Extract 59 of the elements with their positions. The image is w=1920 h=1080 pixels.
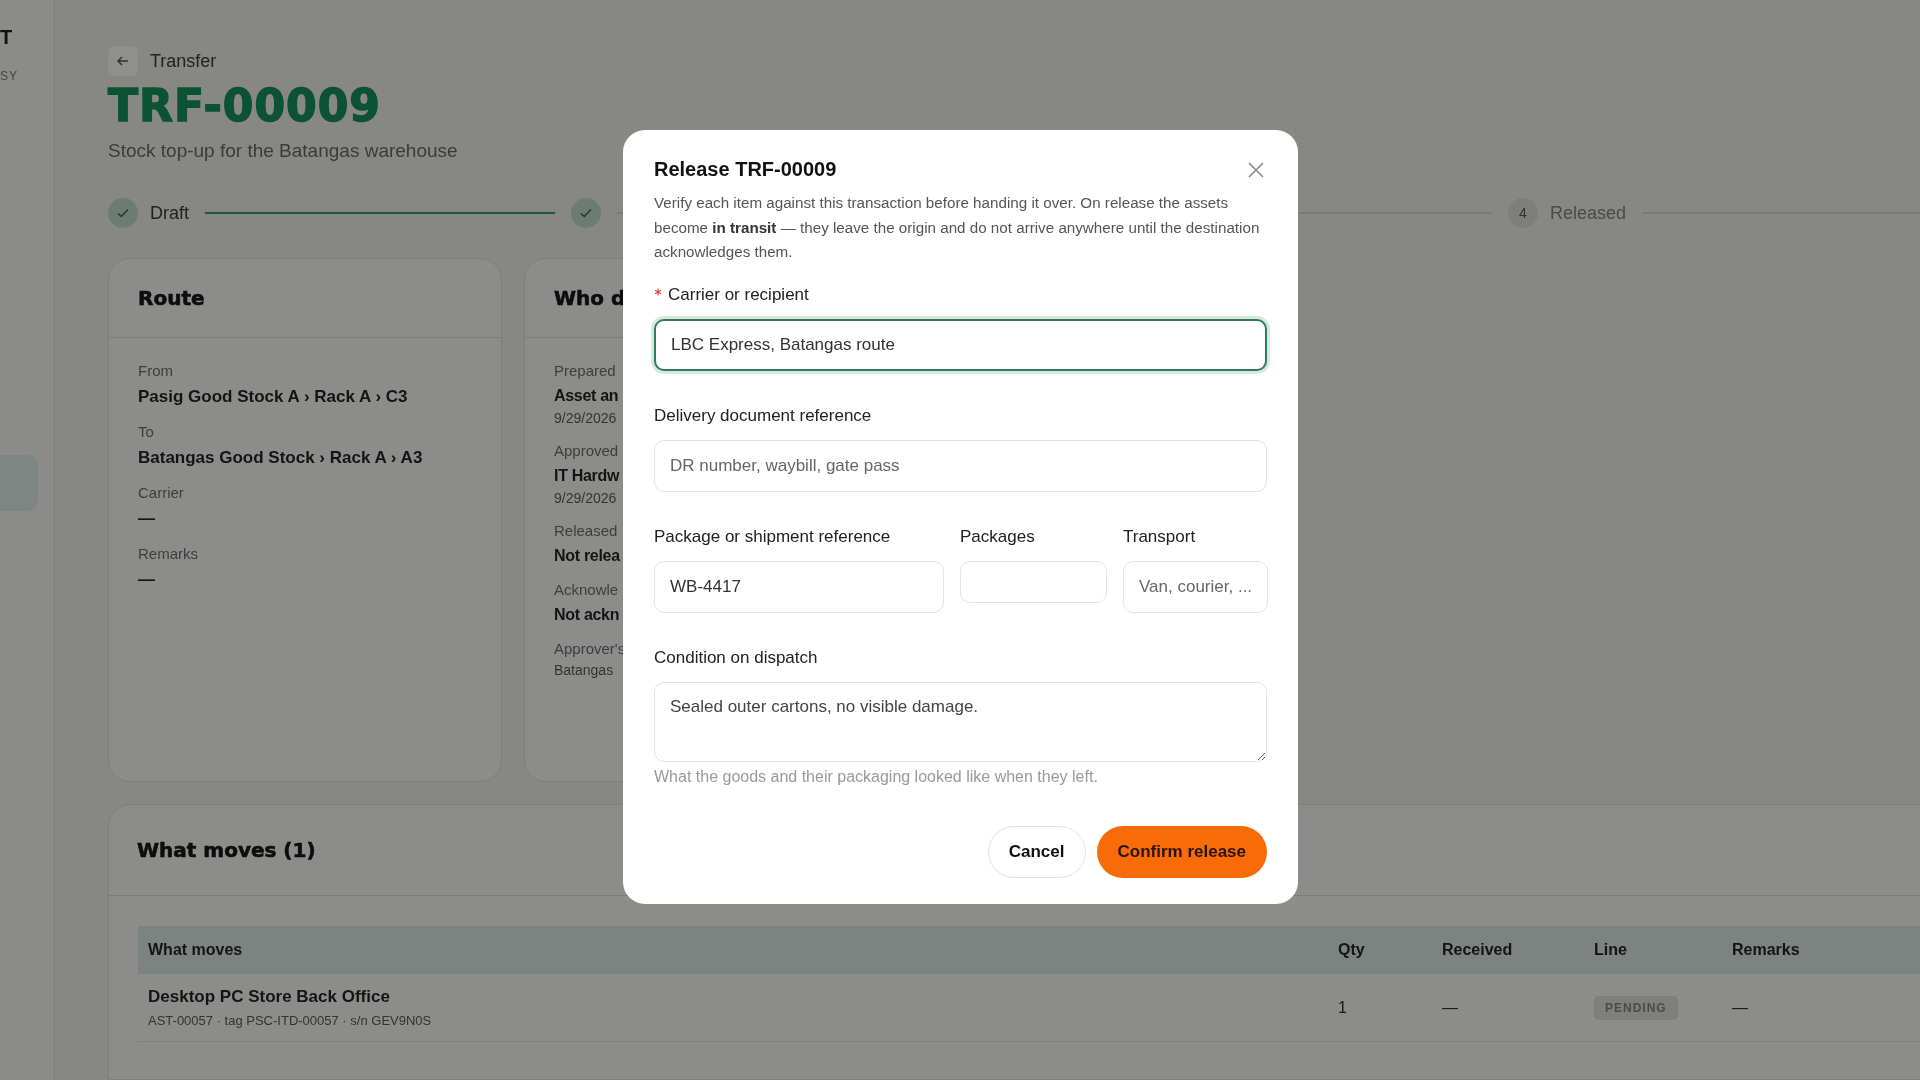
table-cell-text: — [1442,998,1459,1017]
dialog-description: Verify each item against this transaction before handing it over. On release the assets become in transit — they leave the origin and do not arrive anywhere until the destination acknowledges them. [654,193,1261,262]
field-label: Approved [554,442,619,460]
dialog-title: Release TRF-00009 [654,158,837,181]
step-label: Draft [150,202,189,224]
table-cell-text: 1 [1338,998,1348,1017]
back-button[interactable] [108,46,138,76]
input-field[interactable] [960,560,1107,603]
text-area[interactable]: Sealed outer cartons, no visible damage. [654,681,1267,762]
field-value: IT Hardw [554,467,620,486]
field-label: Carrier [138,484,184,502]
item-name: Desktop PC Store Back Office [148,987,391,1008]
input-field[interactable]: Van, courier, ... [1123,560,1268,613]
field-value: Asset an [554,387,619,406]
field-label: Delivery document reference [654,405,872,426]
field-value: Pasig Good Stock A › Rack A › C3 [138,387,408,408]
card-title: What moves (1) [137,838,316,863]
step-label: Released [1549,202,1626,224]
field-label: Approver's [554,640,626,658]
column-header: Remarks [1722,926,1920,975]
field-value: Not relea [554,547,620,566]
column-header: What moves [138,926,1328,975]
brand-text: T [0,26,14,49]
input-field[interactable]: DR number, waybill, gate pass [654,439,1267,492]
field-value: Batangas Good Stock › Rack A › A3 [138,448,423,469]
column-header: Received [1432,926,1584,975]
field-value: — [138,570,155,591]
input-field[interactable]: WB-4417 [654,560,944,613]
breadcrumb-label: Transfer [150,50,217,72]
field-label: Remarks [138,545,198,563]
item-detail: AST-00057 · tag PSC-ITD-00057 · s/n GEV9N0S [148,1013,433,1029]
table-cell-text: — [1732,998,1749,1017]
step-number: 4 [1519,205,1527,222]
confirm-button[interactable]: Confirm release [1096,825,1267,878]
card-title: Route [138,286,205,311]
required-icon [654,287,662,296]
field-value: Not ackn [554,606,620,625]
field-detail: Batangas [554,662,614,679]
field-label: Acknowle [554,581,619,599]
field-detail: 9/29/2026 [554,490,617,507]
field-label: From [138,362,173,380]
field-label: Transport [1123,526,1197,547]
field-label: To [138,423,154,441]
input-field[interactable]: LBC Express, Batangas route [654,318,1267,371]
brand-tagline: SY [0,69,19,83]
page-title: TRF-00009 [108,82,382,131]
field-label: Carrier or recipient [668,284,809,305]
column-header: Qty [1328,926,1432,975]
field-label: Package or shipment reference [654,526,892,547]
field-label: Condition on dispatch [654,647,819,668]
field-value: — [138,509,155,530]
field-label: Packages [960,526,1036,547]
field-label: Prepared [554,362,616,380]
column-header: Line [1584,926,1722,975]
field-label: Released [554,522,618,540]
page-subtitle: Stock top-up for the Batangas warehouse [108,140,459,163]
help-text: What the goods and their packaging looked like when they left. [654,767,1099,786]
field-detail: 9/29/2026 [554,410,617,427]
cancel-button[interactable]: Cancel [987,825,1086,878]
